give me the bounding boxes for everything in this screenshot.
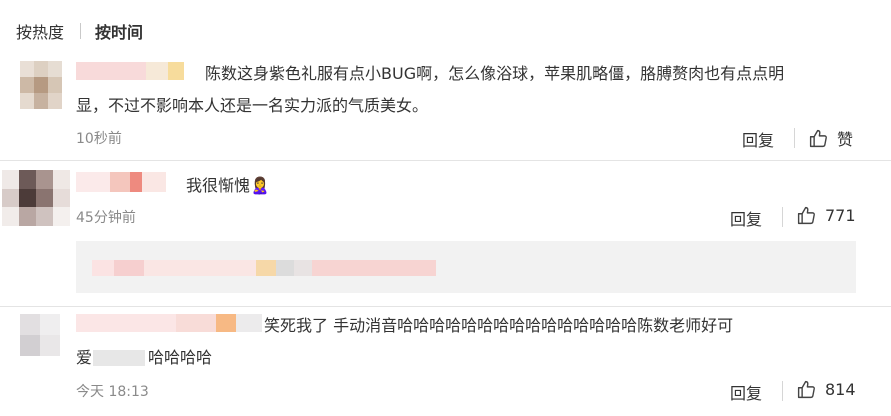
action-separator	[782, 207, 783, 227]
like-count: 771	[825, 206, 856, 225]
like-button[interactable]: 771	[796, 205, 856, 226]
like-button[interactable]: 814	[796, 379, 856, 400]
username-blurred[interactable]	[76, 314, 262, 332]
sort-by-hot-tab[interactable]: 按热度	[16, 19, 64, 43]
avatar[interactable]	[20, 314, 60, 356]
comment-divider	[0, 160, 891, 161]
username-blurred[interactable]	[76, 62, 184, 80]
action-separator	[782, 381, 783, 401]
sort-bar: 按热度 按时间	[16, 18, 143, 44]
reply-preview-box[interactable]	[76, 241, 856, 293]
comment-time: 10秒前	[76, 131, 122, 147]
reply-button[interactable]: 回复	[742, 127, 774, 151]
sort-separator	[80, 23, 82, 39]
avatar[interactable]	[2, 170, 70, 226]
comment-text: 笑死我了 手动消音哈哈哈哈哈哈哈哈哈哈哈哈哈哈哈陈数老师好可	[264, 316, 734, 335]
like-label: 赞	[837, 130, 854, 149]
comment-text: 陈数这身紫色礼服有点小BUG啊，怎么像浴球，苹果肌略僵，胳膊赘肉也有点点明	[205, 64, 785, 83]
muted-text-blurred	[93, 350, 145, 366]
like-button[interactable]: 赞	[808, 126, 853, 150]
reply-button[interactable]: 回复	[730, 380, 762, 404]
reply-button[interactable]: 回复	[730, 206, 762, 230]
comment-text-suffix: 哈哈哈哈	[148, 348, 213, 367]
sort-by-time-tab[interactable]: 按时间	[95, 19, 143, 43]
thumbs-up-icon	[797, 206, 815, 225]
reply-preview-blurred	[92, 260, 436, 276]
username-blurred[interactable]	[76, 172, 166, 192]
comment-time: 45分钟前	[76, 210, 136, 226]
comment-text: 显，不过不影响本人还是一名实力派的气质美女。	[76, 96, 429, 115]
comment-time: 今天 18:13	[76, 384, 149, 400]
action-separator	[794, 128, 795, 148]
avatar[interactable]	[20, 61, 62, 109]
thumbs-up-icon	[809, 129, 827, 147]
comment-divider	[0, 306, 891, 307]
like-count: 814	[825, 380, 856, 399]
comment-text-prefix: 爱	[76, 348, 93, 367]
thumbs-up-icon	[797, 380, 815, 399]
comment-text: 我很惭愧🙎‍♀️	[186, 176, 270, 195]
